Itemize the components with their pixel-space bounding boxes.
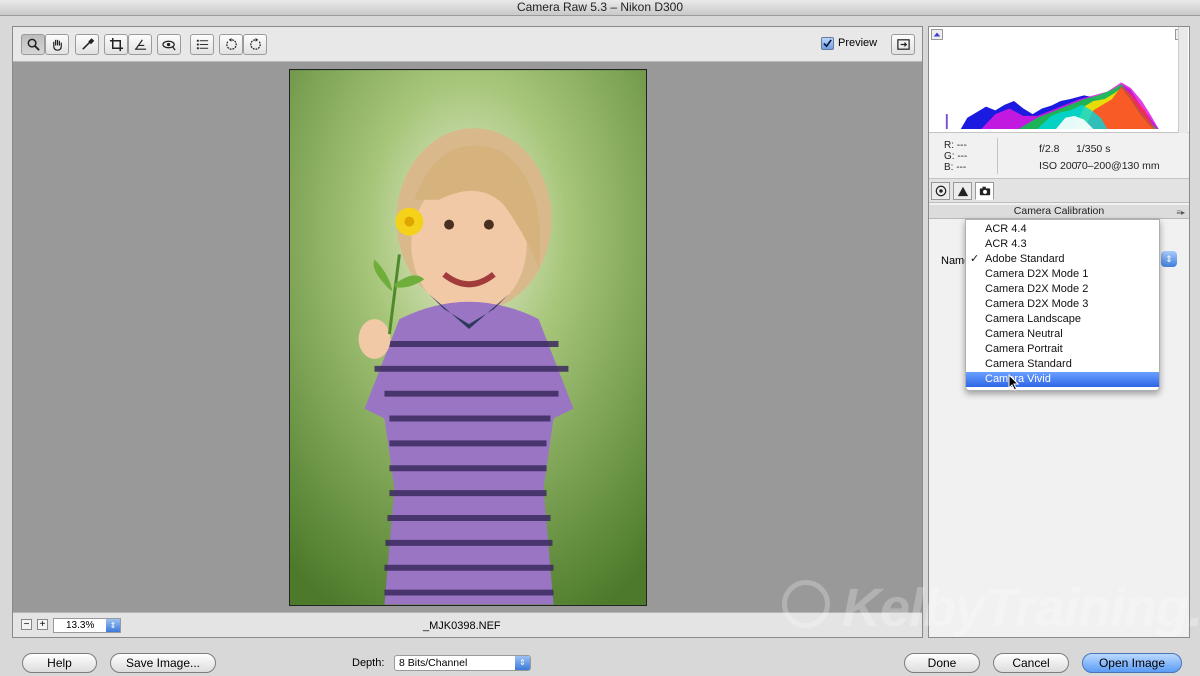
profile-select-arrows-icon[interactable]: ⇕ [1161, 251, 1177, 267]
done-button[interactable]: Done [904, 653, 980, 673]
zoom-level-select[interactable]: 13.3% ⇕ [53, 618, 121, 633]
info-readouts: R: --- G: --- B: --- f/2.8 ISO 200 1/350… [929, 133, 1189, 179]
menu-item-acr-4-3[interactable]: ACR 4.3 [966, 237, 1159, 252]
toolbar: Preview [13, 27, 922, 62]
green-readout: G: --- [944, 151, 968, 162]
effects-tab-icon[interactable] [953, 182, 972, 200]
red-readout: R: --- [944, 140, 967, 151]
select-arrows-icon: ⇕ [515, 656, 530, 670]
aperture-value: f/2.8 [1039, 143, 1060, 155]
white-balance-tool-icon[interactable] [75, 34, 99, 55]
watermark-logo-icon [782, 580, 830, 628]
menu-item-acr-4-4[interactable]: ACR 4.4 [966, 222, 1159, 237]
depth-label: Depth: [352, 657, 385, 669]
straighten-tool-icon[interactable] [128, 34, 152, 55]
zoom-out-button[interactable]: − [21, 619, 32, 630]
checkmark-icon: ✓ [970, 253, 980, 265]
profile-dropdown-menu: ACR 4.4 ACR 4.3 ✓ Adobe Standard Camera … [965, 219, 1160, 391]
watermark: KelbyTraining.com [842, 578, 1200, 638]
rotate-cw-icon[interactable] [243, 34, 267, 55]
zoom-tool-icon[interactable] [21, 34, 45, 55]
help-button[interactable]: Help [22, 653, 97, 673]
menu-item-camera-landscape[interactable]: Camera Landscape [966, 312, 1159, 327]
hand-tool-icon[interactable] [45, 34, 69, 55]
histogram-scrollbar[interactable] [1178, 27, 1188, 133]
menu-item-camera-d2x-mode-3[interactable]: Camera D2X Mode 3 [966, 297, 1159, 312]
filename-label: _MJK0398.NEF [423, 620, 501, 632]
menu-item-camera-d2x-mode-2[interactable]: Camera D2X Mode 2 [966, 282, 1159, 297]
readout-divider [997, 138, 998, 174]
lens-value: 70–200@130 mm [1076, 160, 1160, 172]
lens-corrections-tab-icon[interactable] [931, 182, 950, 200]
zoom-level-value: 13.3% [66, 620, 95, 631]
camera-calibration-tab-icon[interactable] [975, 182, 994, 200]
blue-readout: B: --- [944, 162, 967, 173]
preferences-list-icon[interactable] [190, 34, 214, 55]
shutter-value: 1/350 s [1076, 143, 1111, 155]
photo-preview[interactable] [289, 69, 647, 606]
panel-tabs [929, 179, 1189, 203]
window-title: Camera Raw 5.3 – Nikon D300 [0, 0, 1200, 16]
menu-item-adobe-standard[interactable]: ✓ Adobe Standard [966, 252, 1159, 267]
zoom-in-button[interactable]: + [37, 619, 48, 630]
select-arrows-icon: ⇕ [106, 619, 120, 632]
menu-item-camera-portrait[interactable]: Camera Portrait [966, 342, 1159, 357]
fullscreen-toggle-icon[interactable] [891, 34, 915, 55]
menu-item-camera-d2x-mode-1[interactable]: Camera D2X Mode 1 [966, 267, 1159, 282]
exif-left: f/2.8 ISO 200 [1039, 141, 1078, 175]
cancel-button[interactable]: Cancel [993, 653, 1069, 673]
rgb-readout: R: --- G: --- B: --- [944, 140, 967, 173]
preview-checkbox[interactable] [821, 37, 834, 50]
rotate-ccw-icon[interactable] [219, 34, 243, 55]
panel-title: Camera Calibration [1013, 205, 1105, 217]
crop-tool-icon[interactable] [104, 34, 128, 55]
preview-label: Preview [838, 37, 878, 49]
image-preview-pane: Preview − + 13.3% ⇕ _MJK0398.NEF [12, 26, 923, 638]
panel-header: Camera Calibration ≡▸ [929, 205, 1189, 219]
menu-item-camera-standard[interactable]: Camera Standard [966, 357, 1159, 372]
exif-right: 1/350 s 70–200@130 mm [1076, 141, 1160, 175]
save-image-button[interactable]: Save Image... [110, 653, 216, 673]
menu-item-camera-vivid[interactable]: Camera Vivid [966, 372, 1159, 387]
panel-menu-icon[interactable]: ≡▸ [1176, 206, 1185, 219]
red-eye-tool-icon[interactable] [157, 34, 181, 55]
depth-select[interactable]: 8 Bits/Channel ⇕ [394, 655, 531, 671]
shadow-clipping-warning-icon[interactable] [931, 29, 943, 40]
mouse-pointer-icon [1008, 374, 1020, 391]
depth-value: 8 Bits/Channel [399, 657, 468, 669]
open-image-button[interactable]: Open Image [1082, 653, 1182, 673]
iso-value: ISO 200 [1039, 160, 1078, 172]
preview-canvas [13, 63, 922, 612]
histogram [929, 27, 1189, 133]
histogram-graph [945, 82, 1159, 129]
menu-item-camera-neutral[interactable]: Camera Neutral [966, 327, 1159, 342]
